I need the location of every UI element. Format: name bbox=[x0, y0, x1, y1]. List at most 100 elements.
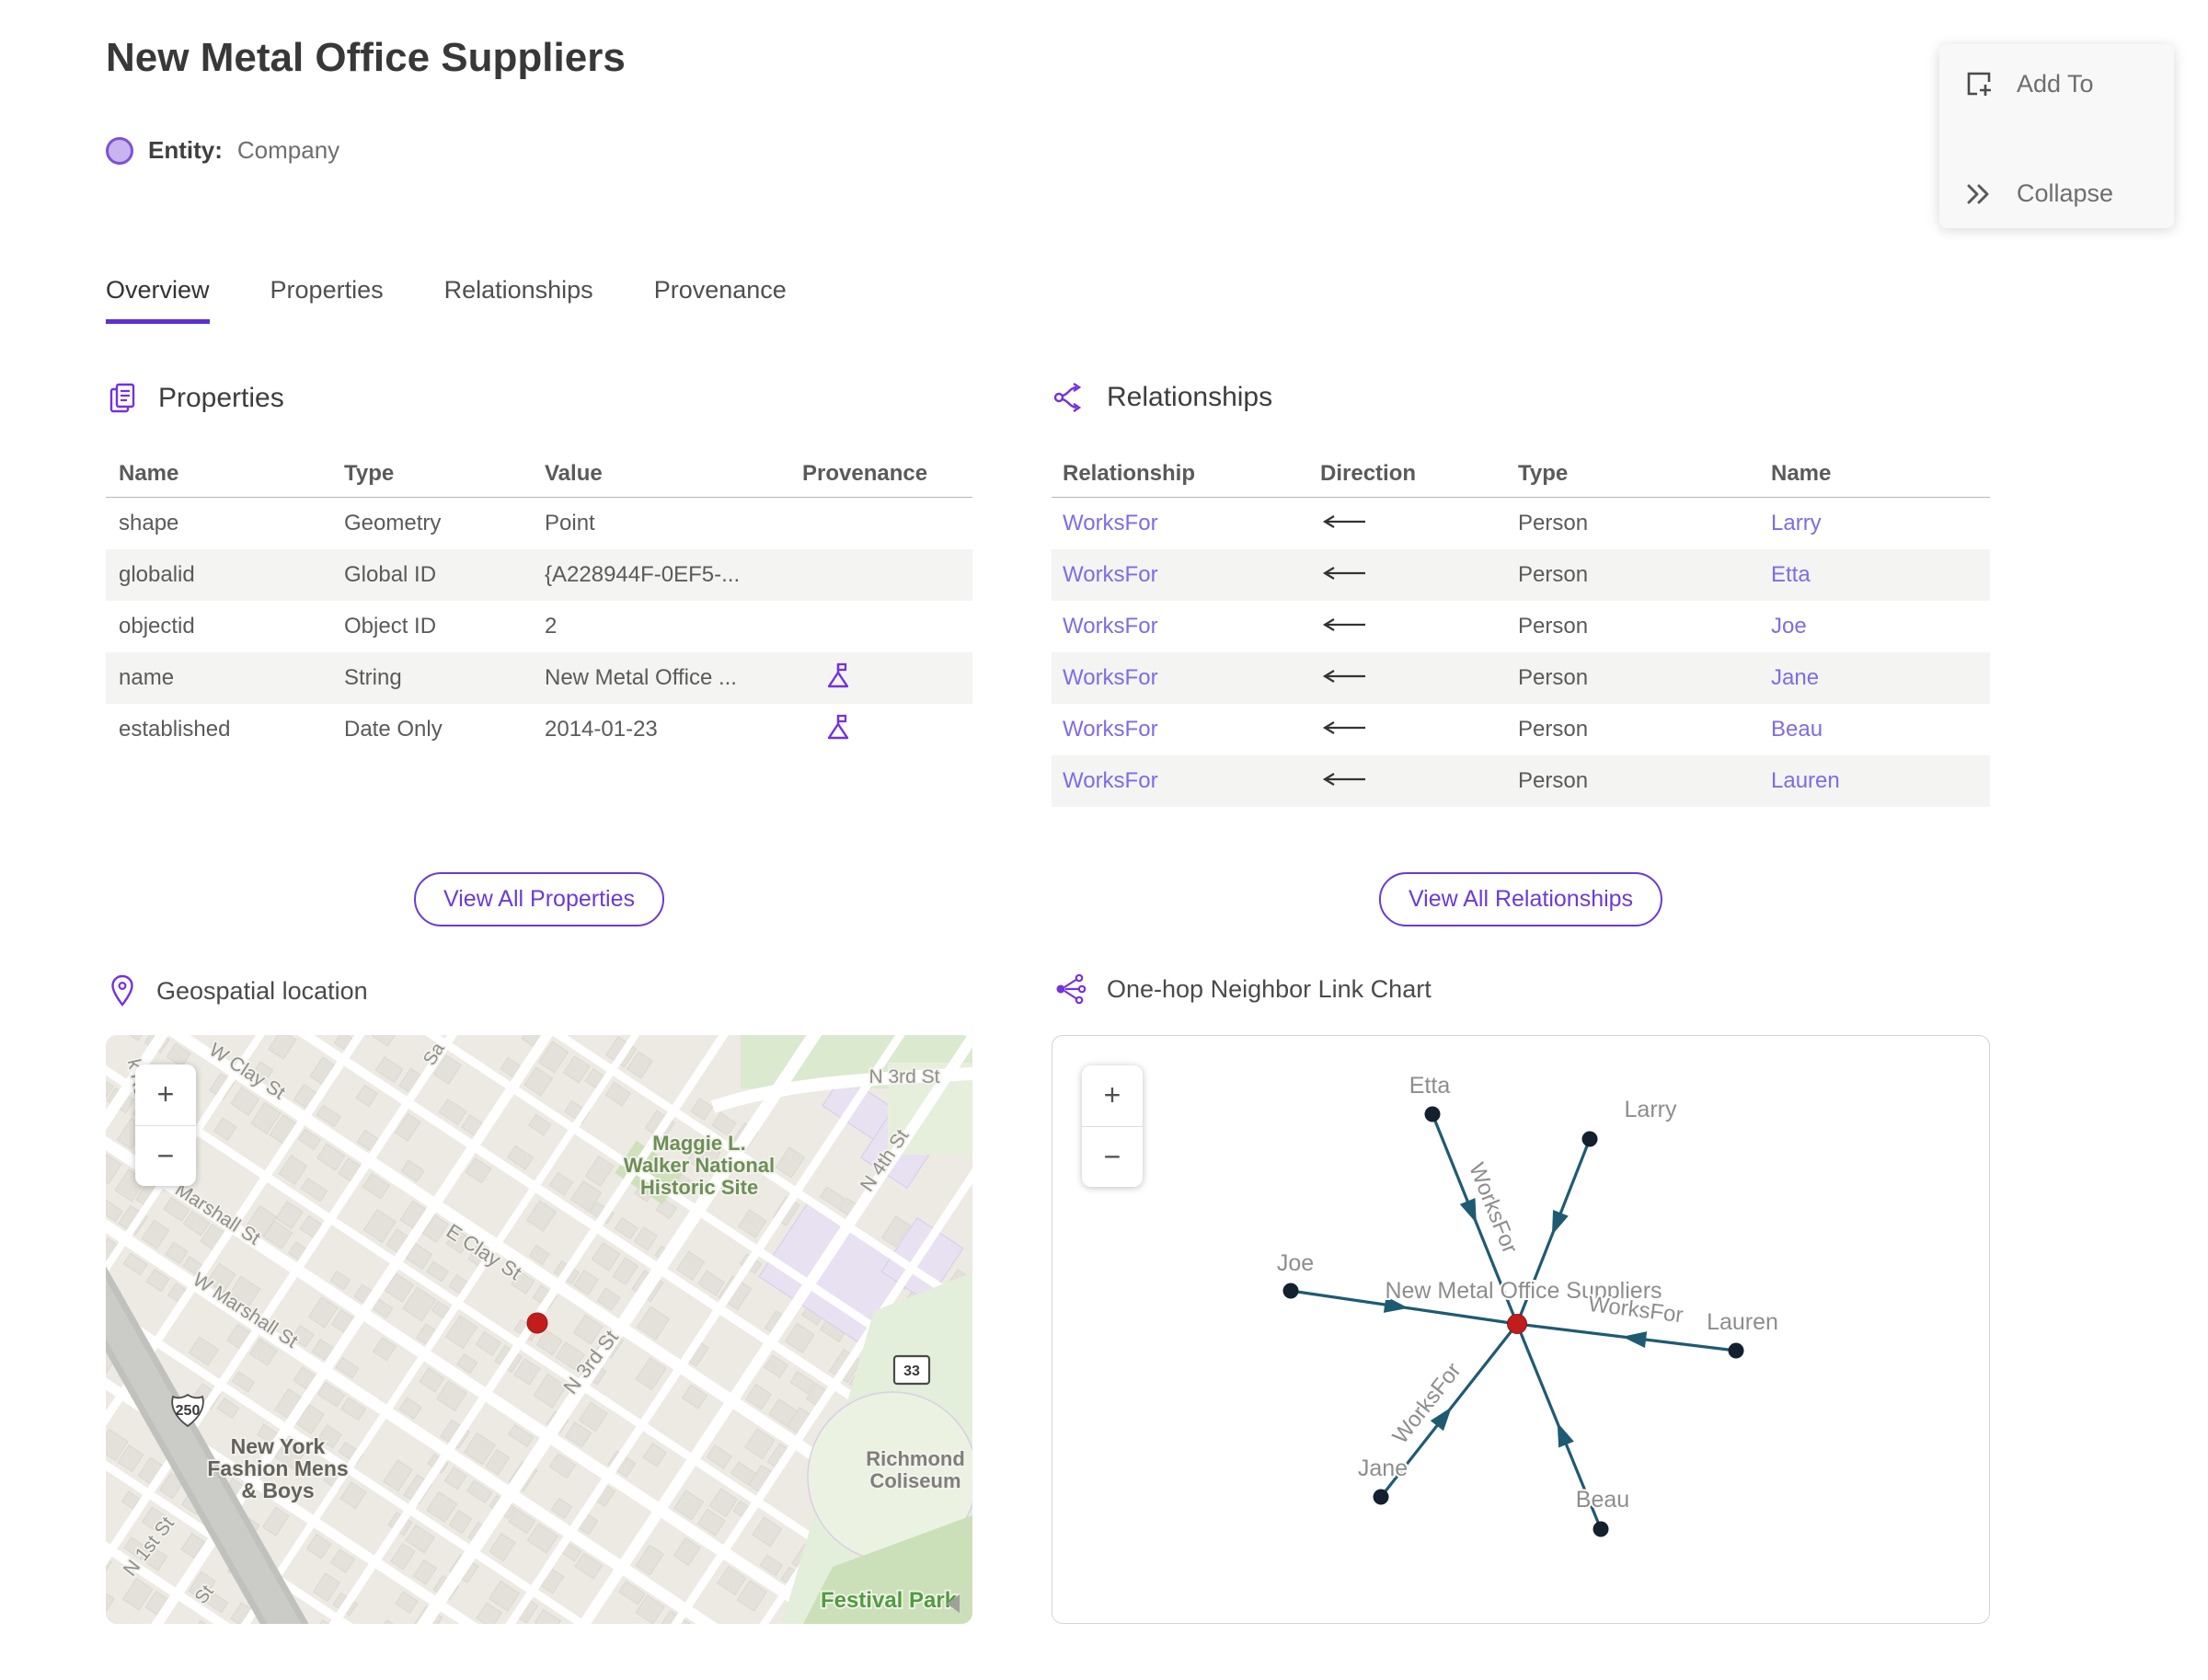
table-row: WorksFor Person Lauren bbox=[1052, 755, 1990, 807]
property-value: New Metal Office ... bbox=[545, 665, 737, 690]
property-value: 2 bbox=[545, 614, 558, 639]
property-name: established bbox=[119, 717, 231, 742]
person-node[interactable] bbox=[1282, 1283, 1299, 1299]
relationship-link[interactable]: WorksFor bbox=[1063, 665, 1320, 691]
relationship-link[interactable]: WorksFor bbox=[1063, 562, 1320, 588]
add-to-icon bbox=[1967, 72, 1991, 96]
tab-overview[interactable]: Overview bbox=[106, 276, 210, 324]
tab-relationships[interactable]: Relationships bbox=[444, 276, 593, 324]
person-node[interactable] bbox=[1593, 1521, 1609, 1537]
table-row: shape Geometry Point bbox=[106, 498, 972, 549]
person-node[interactable] bbox=[1424, 1106, 1441, 1122]
provenance-flag-icon[interactable] bbox=[826, 662, 850, 696]
column-header: Name bbox=[119, 461, 179, 486]
direction-cell bbox=[1320, 614, 1518, 639]
direction-cell bbox=[1320, 768, 1518, 794]
collapse-button[interactable]: Collapse bbox=[1963, 179, 2174, 208]
left-arrow-icon bbox=[1320, 717, 1368, 742]
chart-label: Jane bbox=[1358, 1456, 1408, 1481]
person-node[interactable] bbox=[1581, 1131, 1598, 1147]
table-row: WorksFor Person Beau bbox=[1052, 704, 1990, 755]
property-value: Point bbox=[545, 511, 595, 535]
related-type: Person bbox=[1518, 768, 1589, 793]
collapse-label: Collapse bbox=[2017, 179, 2114, 207]
direction-cell bbox=[1320, 511, 1518, 536]
center-entity-node[interactable] bbox=[1507, 1314, 1527, 1334]
chart-zoom-control: + − bbox=[1082, 1065, 1143, 1187]
collapse-icon bbox=[1967, 184, 1989, 203]
related-type: Person bbox=[1518, 717, 1589, 742]
map-canvas[interactable]: k RdW Clay StSaN 3rd StN 4th StMaggie L.… bbox=[106, 1035, 972, 1624]
relationship-link[interactable]: WorksFor bbox=[1063, 717, 1320, 742]
properties-icon bbox=[109, 383, 135, 413]
column-header: Relationship bbox=[1063, 461, 1196, 486]
properties-table: Name Type Value Provenance shape Geometry Poin… bbox=[106, 451, 972, 755]
property-name: shape bbox=[119, 511, 179, 535]
add-to-label: Add To bbox=[2017, 69, 2094, 98]
column-header: Type bbox=[1518, 461, 1569, 486]
chart-label: Beau bbox=[1576, 1487, 1629, 1513]
link-chart-panel: + − Etta Larry Joe Lauren Jane Beau New Metal … bbox=[1052, 1035, 1990, 1624]
property-type: Global ID bbox=[344, 562, 437, 587]
map-label: N 3rd St bbox=[868, 1066, 939, 1087]
map-zoom-out-button[interactable]: − bbox=[135, 1126, 196, 1187]
left-arrow-icon bbox=[1320, 665, 1368, 690]
add-to-button[interactable]: Add To bbox=[1963, 68, 2174, 99]
property-name: globalid bbox=[119, 562, 195, 587]
relationships-section-title: Relationships bbox=[1107, 382, 1273, 412]
related-entity-link[interactable]: Joe bbox=[1771, 614, 1990, 639]
map-zoom-control: + − bbox=[135, 1064, 196, 1186]
entity-type-value: Company bbox=[236, 136, 340, 164]
relationship-link[interactable]: WorksFor bbox=[1063, 768, 1320, 794]
person-node[interactable] bbox=[1373, 1489, 1389, 1505]
map-label: Richmond Coliseum bbox=[866, 1447, 965, 1492]
map-zoom-in-button[interactable]: + bbox=[135, 1064, 196, 1126]
link-chart-canvas[interactable]: EttaLarryJoeLaurenJaneBeauNew Metal Offi… bbox=[1052, 1036, 1989, 1623]
chart-label: WorksFor bbox=[1587, 1292, 1685, 1328]
property-value: {A228944F-0EF5-... bbox=[545, 562, 741, 587]
column-header: Type bbox=[344, 461, 395, 486]
related-type: Person bbox=[1518, 562, 1589, 587]
related-type: Person bbox=[1518, 665, 1589, 690]
table-row: WorksFor Person Jane bbox=[1052, 652, 1990, 704]
tab-provenance[interactable]: Provenance bbox=[654, 276, 787, 324]
relationships-table: Relationship Direction Type Name WorksFor Per… bbox=[1052, 451, 1990, 807]
related-entity-link[interactable]: Etta bbox=[1771, 562, 1990, 588]
geospatial-map[interactable]: + − k RdW Clay StSaN 3rd StN 4th StMaggi… bbox=[106, 1035, 972, 1624]
relationship-link[interactable]: WorksFor bbox=[1063, 511, 1320, 536]
provenance-flag-icon[interactable] bbox=[826, 713, 850, 747]
tab-properties[interactable]: Properties bbox=[270, 276, 384, 324]
properties-table-header: Name Type Value Provenance bbox=[106, 451, 972, 498]
property-type: String bbox=[344, 665, 402, 690]
chart-zoom-in-button[interactable]: + bbox=[1082, 1065, 1143, 1127]
table-row: WorksFor Person Larry bbox=[1052, 498, 1990, 549]
chart-zoom-out-button[interactable]: − bbox=[1082, 1127, 1143, 1188]
table-row: WorksFor Person Etta bbox=[1052, 549, 1990, 601]
related-entity-link[interactable]: Jane bbox=[1771, 665, 1990, 691]
view-all-relationships-button[interactable]: View All Relationships bbox=[1378, 872, 1663, 926]
table-row: established Date Only 2014-01-23 bbox=[106, 704, 972, 755]
geospatial-section-title: Geospatial location bbox=[156, 976, 368, 1005]
actions-panel: Add To Collapse bbox=[1939, 44, 2174, 228]
properties-section-title: Properties bbox=[158, 383, 284, 413]
table-row: objectid Object ID 2 bbox=[106, 601, 972, 652]
person-node[interactable] bbox=[1728, 1342, 1744, 1359]
relationships-table-header: Relationship Direction Type Name bbox=[1052, 451, 1990, 498]
left-arrow-icon bbox=[1320, 511, 1368, 535]
link-chart-icon bbox=[1056, 973, 1087, 1005]
direction-cell bbox=[1320, 665, 1518, 691]
related-entity-link[interactable]: Larry bbox=[1771, 511, 1990, 536]
column-header: Provenance bbox=[802, 461, 928, 486]
view-all-properties-button[interactable]: View All Properties bbox=[414, 872, 664, 926]
relationship-link[interactable]: WorksFor bbox=[1063, 614, 1320, 639]
svg-text:250: 250 bbox=[176, 1403, 201, 1419]
property-type: Object ID bbox=[344, 614, 437, 639]
property-value: 2014-01-23 bbox=[545, 717, 658, 742]
related-entity-link[interactable]: Lauren bbox=[1771, 768, 1990, 794]
column-header: Name bbox=[1771, 461, 1832, 486]
table-row: WorksFor Person Joe bbox=[1052, 601, 1990, 652]
related-entity-link[interactable]: Beau bbox=[1771, 717, 1990, 742]
map-location-marker[interactable] bbox=[526, 1312, 548, 1334]
tab-bar: Overview Properties Relationships Provenanc… bbox=[106, 276, 787, 324]
related-type: Person bbox=[1518, 614, 1589, 639]
